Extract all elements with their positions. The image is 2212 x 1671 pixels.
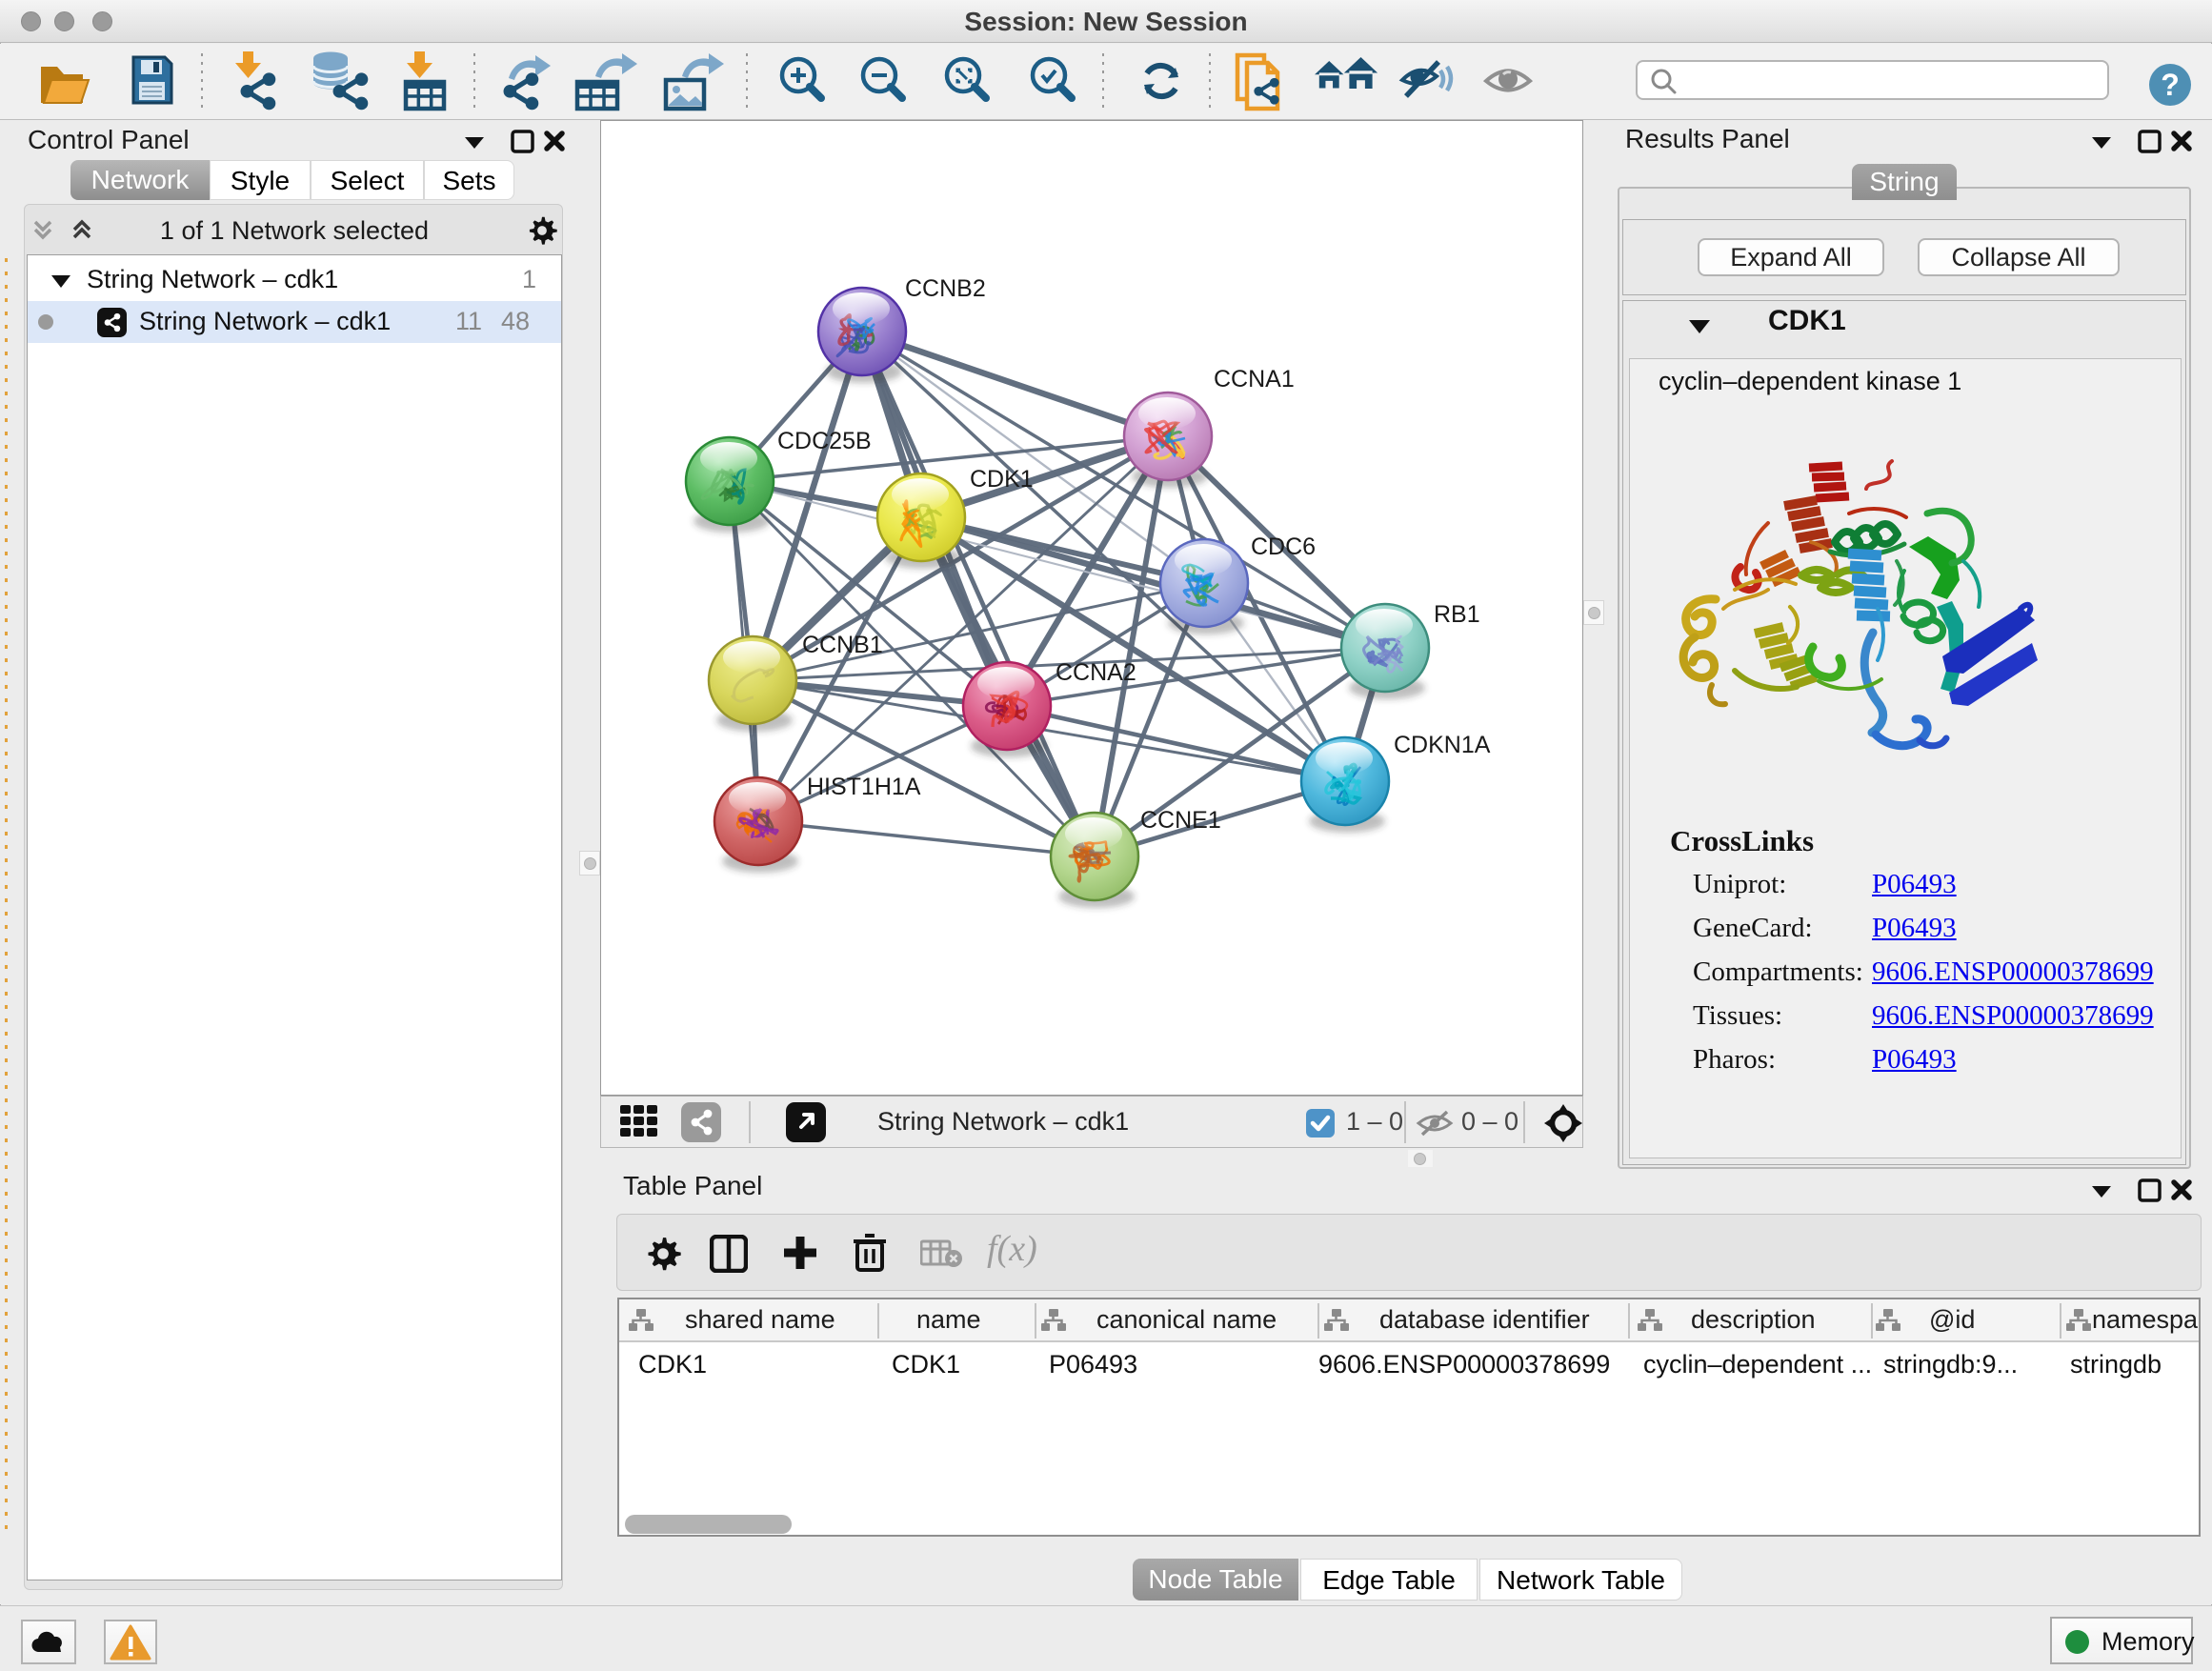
svg-text:CCNB1: CCNB1 xyxy=(802,632,883,658)
svg-text:HIST1H1A: HIST1H1A xyxy=(807,774,921,800)
svg-text:CCNA1: CCNA1 xyxy=(1214,366,1295,393)
svg-text:CDC25B: CDC25B xyxy=(777,428,872,454)
svg-text:CDKN1A: CDKN1A xyxy=(1394,732,1491,758)
svg-text:CDK1: CDK1 xyxy=(970,466,1034,493)
svg-text:CDC6: CDC6 xyxy=(1251,534,1316,560)
svg-text:CCNE1: CCNE1 xyxy=(1140,807,1221,834)
svg-text:CCNA2: CCNA2 xyxy=(1056,659,1136,686)
svg-text:CCNB2: CCNB2 xyxy=(905,275,986,302)
svg-text:RB1: RB1 xyxy=(1434,601,1480,628)
